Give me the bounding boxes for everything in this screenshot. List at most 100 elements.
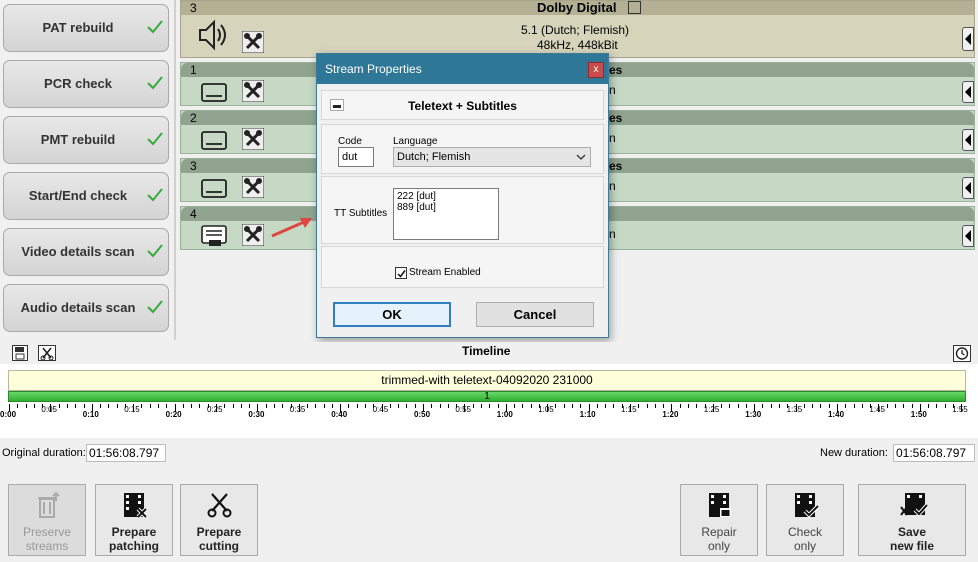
stream-index: 4 — [190, 207, 197, 221]
tt-subtitles-label: TT Subtitles — [334, 208, 388, 219]
minor-tick — [480, 404, 482, 408]
expand-arrow-button[interactable] — [962, 27, 974, 51]
check-only-button[interactable]: Check only — [766, 484, 844, 556]
format-icon — [628, 1, 641, 14]
audio-stream-row[interactable]: 3 Dolby Digital 5.1 (Dutch; Flemish) 48k… — [180, 0, 975, 58]
dialog-titlebar[interactable]: Stream Properties x — [317, 54, 608, 84]
check-button-label: PAT rebuild — [42, 20, 114, 35]
minor-tick — [828, 404, 830, 408]
close-button[interactable]: x — [588, 62, 604, 78]
minor-tick — [58, 404, 60, 408]
minor-tick — [323, 404, 325, 408]
check-button[interactable]: PMT rebuild — [3, 116, 169, 164]
subtitle-icon — [201, 179, 227, 198]
film-repair-icon — [709, 493, 731, 517]
stream-fragment: n — [609, 83, 616, 97]
minor-tick — [224, 404, 226, 408]
minor-tick — [100, 404, 102, 408]
save-label-2: new file — [889, 539, 934, 553]
patching-label-1: Prepare — [111, 525, 157, 539]
tick-label: 1:50 — [910, 410, 927, 419]
tools-icon[interactable] — [242, 31, 264, 53]
audio-stream-index: 3 — [190, 1, 197, 15]
tick-label: 0:35 — [289, 405, 306, 414]
preserve-streams-button[interactable]: Preserve streams — [8, 484, 86, 556]
timeline-clip-name: trimmed-with teletext-04092020 231000 — [381, 373, 593, 387]
preserve-label-1: Preserve — [22, 525, 72, 539]
tools-icon[interactable] — [242, 128, 264, 150]
tt-subtitles-list[interactable]: 222 [dut] 889 [dut] — [393, 188, 499, 240]
expand-arrow-button[interactable] — [962, 177, 974, 199]
prepare-patching-button[interactable]: Prepare patching — [95, 484, 173, 556]
minor-tick — [936, 404, 938, 408]
language-select[interactable]: Dutch; Flemish — [393, 147, 591, 167]
audio-stream-rate: 48kHz, 448kBit — [537, 38, 618, 52]
stream-enabled-label: Stream Enabled — [409, 267, 481, 278]
list-item[interactable]: 889 [dut] — [397, 202, 495, 213]
tick-label: 1:25 — [703, 405, 720, 414]
checkmark-icon — [147, 76, 163, 90]
tick-label: 1:15 — [621, 405, 637, 414]
check-button[interactable]: Start/End check — [3, 172, 169, 220]
timeline-segment[interactable]: 1 — [8, 391, 966, 402]
audio-stream-header: 3 Dolby Digital — [181, 1, 974, 15]
cancel-button[interactable]: Cancel — [476, 302, 594, 327]
stream-header-fragment: es — [609, 111, 623, 125]
check-button[interactable]: PAT rebuild — [3, 4, 169, 52]
minor-tick — [108, 404, 110, 408]
tools-icon[interactable] — [242, 80, 264, 102]
segment-label: 1 — [484, 391, 490, 402]
check-button-label: PCR check — [44, 76, 112, 91]
ok-button[interactable]: OK — [333, 302, 451, 327]
save-icon[interactable] — [12, 345, 28, 361]
expand-arrow-button[interactable] — [962, 81, 974, 103]
tools-icon[interactable] — [242, 224, 264, 246]
tools-icon[interactable] — [242, 176, 264, 198]
minor-tick — [348, 404, 350, 408]
check-button[interactable]: Audio details scan — [3, 284, 169, 332]
tick-label: 0:15 — [124, 405, 140, 414]
minor-tick — [687, 404, 689, 408]
expand-arrow-button[interactable] — [962, 129, 974, 151]
expand-arrow-button[interactable] — [962, 225, 974, 247]
minor-tick — [182, 404, 184, 408]
minor-tick — [803, 404, 805, 408]
scissors-icon[interactable] — [38, 345, 56, 361]
prepare-cutting-button[interactable]: Prepare cutting — [180, 484, 258, 556]
minor-tick — [232, 404, 234, 408]
repair-only-button[interactable]: Repair only — [680, 484, 758, 556]
stream-index: 3 — [190, 159, 197, 173]
repair-label-1: Repair — [701, 525, 737, 539]
minor-tick — [555, 404, 557, 408]
minor-tick — [414, 404, 416, 408]
minor-tick — [240, 404, 242, 408]
trash-icon — [38, 491, 60, 518]
checkmark-icon — [147, 132, 163, 146]
minor-tick — [17, 404, 19, 408]
tick-label: 1:00 — [496, 410, 513, 419]
timeline-header: Timeline — [0, 342, 978, 364]
list-item[interactable]: 222 [dut] — [397, 191, 495, 202]
tick-label: 1:30 — [745, 410, 762, 419]
checkmark-icon — [147, 300, 163, 314]
enabled-group: Stream Enabled — [321, 246, 604, 288]
code-language-group: Code dut Language Dutch; Flemish — [321, 124, 604, 174]
minor-tick — [596, 404, 598, 408]
subtitle-icon — [201, 131, 227, 150]
check-button[interactable]: Video details scan — [3, 228, 169, 276]
minor-tick — [199, 404, 201, 408]
code-field[interactable]: dut — [338, 147, 374, 167]
clock-icon[interactable] — [953, 345, 971, 362]
stream-index: 1 — [190, 63, 197, 77]
save-new-file-button[interactable]: Save new file — [858, 484, 966, 556]
check-button[interactable]: PCR check — [3, 60, 169, 108]
minor-tick — [812, 404, 814, 408]
stream-enabled-checkbox[interactable] — [395, 267, 407, 279]
minor-tick — [663, 404, 665, 408]
dialog-title: Stream Properties — [325, 62, 422, 76]
minor-tick — [431, 404, 433, 408]
code-label: Code — [338, 136, 362, 147]
minor-tick — [398, 404, 400, 408]
minor-tick — [638, 404, 640, 408]
timeline-clip[interactable]: trimmed-with teletext-04092020 231000 — [8, 370, 966, 391]
